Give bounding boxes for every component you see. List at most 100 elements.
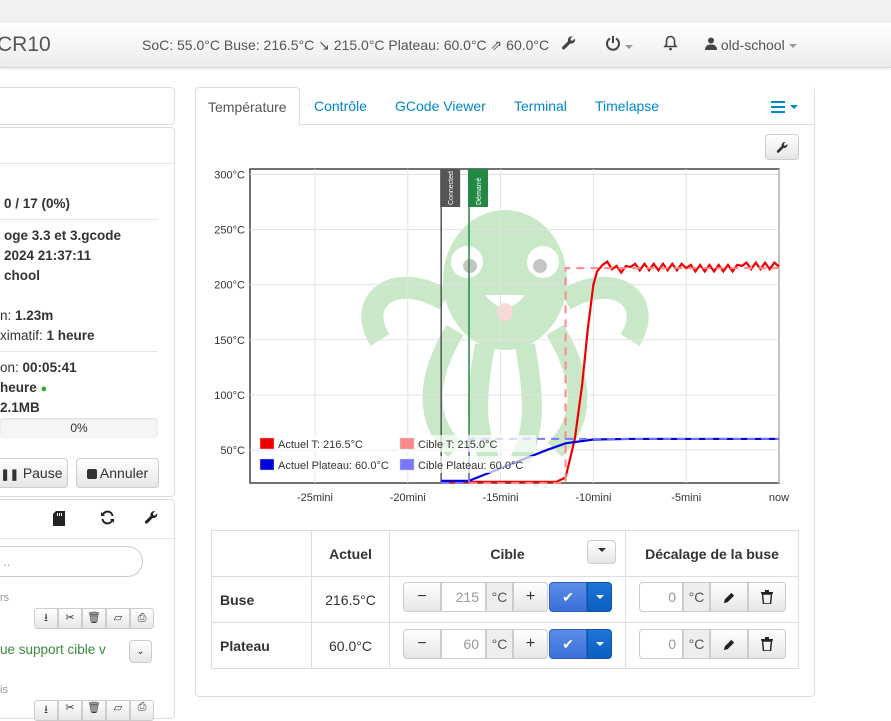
y-tick-label: 100°C	[214, 390, 245, 402]
file-item-name[interactable]: ue support cible v	[0, 642, 106, 657]
download-icon[interactable]: ⭳	[34, 700, 58, 721]
filament-row: n: 1.23m	[0, 308, 54, 323]
bed-target-input[interactable]: 60	[441, 629, 486, 659]
actual-value: 60.0°C	[311, 622, 390, 669]
x-tick-label: -15mini	[483, 492, 519, 504]
pause-button[interactable]: ❚❚ Pause	[0, 458, 68, 488]
bed-set-button[interactable]: ✔	[549, 629, 587, 659]
file-position: 2.1MB	[0, 400, 40, 415]
x-tick-label: now	[769, 492, 789, 504]
wrench-icon	[776, 141, 787, 153]
nozzle-offset-delete-button[interactable]	[748, 582, 786, 612]
unit-label: °C	[683, 629, 710, 659]
tab-timelapse[interactable]: Timelapse	[583, 87, 671, 125]
graph-settings-button[interactable]	[765, 134, 799, 160]
bed-offset-edit-button[interactable]	[710, 629, 748, 659]
nozzle-decrement-button[interactable]: −	[403, 582, 441, 612]
y-tick-label: 150°C	[214, 335, 245, 347]
temperature-status: SoC: 55.0°C Buse: 216.5°C ↘ 215.0°C Plat…	[142, 37, 550, 53]
download-icon[interactable]: ⭳	[34, 608, 58, 629]
print-icon[interactable]: ⎙	[130, 608, 154, 629]
trash-icon	[761, 637, 773, 651]
x-tick-label: -10mini	[575, 492, 611, 504]
user-menu[interactable]: old-school	[705, 37, 797, 53]
cut-icon[interactable]: ✂	[58, 608, 82, 629]
pencil-icon	[723, 592, 734, 603]
print-progress-bar: 0%	[0, 418, 158, 438]
folder-open-icon[interactable]: ▱	[106, 608, 130, 629]
print-icon[interactable]: ⎙	[130, 700, 154, 721]
files-wrench-icon[interactable]	[144, 510, 159, 528]
bed-decrement-button[interactable]: −	[403, 629, 441, 659]
file-count: 0 / 17 (0%)	[4, 196, 71, 211]
nozzle-set-dropdown[interactable]	[587, 582, 612, 612]
cut-icon[interactable]: ✂	[58, 700, 82, 721]
legend-label: Cible T: 215.0°C	[418, 439, 497, 451]
tab-temperature[interactable]: Température	[195, 87, 300, 126]
power-icon[interactable]	[605, 35, 633, 55]
actual-value: 216.5°C	[311, 576, 390, 623]
temperature-chart: 50°C 100°C 150°C 200°C 250°C 300°C -25mini -20…	[214, 168, 789, 504]
nozzle-target-control: − 215 °C +	[403, 582, 548, 612]
bed-set-dropdown[interactable]	[587, 629, 612, 659]
file-expand-chevron-icon[interactable]: ⌄	[129, 640, 152, 663]
event-marker-label: Démarré	[476, 178, 483, 205]
trash-icon[interactable]: 🗑	[82, 700, 106, 721]
cancel-button[interactable]: Annuler	[76, 458, 159, 488]
folder-meta-1: rs	[0, 592, 10, 604]
nozzle-offset-control: 0 °C	[639, 582, 786, 612]
time-left-row: heure ●	[0, 380, 48, 395]
bed-offset-delete-button[interactable]	[748, 629, 786, 659]
row-name: Plateau	[211, 622, 312, 669]
nozzle-target-input[interactable]: 215	[441, 582, 486, 612]
wrench-icon[interactable]	[561, 35, 577, 55]
bed-target-control: − 60 °C +	[403, 629, 548, 659]
user-icon	[705, 37, 717, 50]
file-actions-2: ⭳ ✂ 🗑 ▱ ⎙	[34, 700, 154, 721]
bed-offset-input[interactable]: 0	[639, 629, 683, 659]
print-time-row: on: 00:05:41	[0, 360, 77, 375]
tab-control[interactable]: Contrôle	[302, 87, 379, 125]
col-header-offset: Décalage de la buse	[625, 530, 799, 577]
nozzle-set-button[interactable]: ✔	[549, 582, 587, 612]
tab-gcode-viewer[interactable]: GCode Viewer	[383, 87, 498, 125]
file-search-input[interactable]: ..	[0, 546, 143, 577]
tab-menu-icon[interactable]	[771, 100, 798, 116]
refresh-icon[interactable]	[100, 510, 115, 528]
upload-date: 2024 21:37:11	[4, 248, 92, 263]
target-presets-dropdown[interactable]	[587, 540, 616, 564]
trash-icon	[761, 590, 773, 604]
legend-swatch	[399, 437, 415, 450]
filename: oge 3.3 et 3.gcode	[4, 228, 122, 243]
nozzle-offset-edit-button[interactable]	[710, 582, 748, 612]
legend-label: Actuel Plateau: 60.0°C	[278, 460, 389, 472]
check-icon: ✔	[562, 588, 574, 605]
trash-icon[interactable]: 🗑	[82, 608, 106, 629]
bell-icon[interactable]	[663, 35, 678, 55]
brand-title[interactable]: CR10	[0, 33, 51, 57]
legend-swatch	[259, 458, 275, 471]
unit-label: °C	[683, 582, 710, 612]
upload-user: chool	[4, 268, 40, 283]
browser-top-strip	[0, 0, 891, 22]
connection-panel[interactable]	[0, 87, 175, 125]
bed-increment-button[interactable]: +	[513, 629, 548, 659]
username: old-school	[720, 37, 785, 53]
bed-offset-control: 0 °C	[639, 629, 786, 659]
legend-swatch	[399, 458, 415, 471]
nozzle-set-control: ✔	[549, 582, 612, 612]
nozzle-offset-input[interactable]: 0	[639, 582, 683, 612]
tab-terminal[interactable]: Terminal	[502, 87, 579, 125]
y-tick-label: 300°C	[214, 170, 245, 182]
unit-label: °C	[486, 582, 513, 612]
y-tick-label: 250°C	[214, 225, 245, 237]
x-tick-label: -5mini	[671, 492, 701, 504]
legend-swatch	[259, 437, 275, 450]
octoprint-mascot-watermark	[361, 210, 649, 465]
bed-set-control: ✔	[549, 629, 612, 659]
sd-card-icon[interactable]	[53, 511, 65, 529]
nozzle-increment-button[interactable]: +	[513, 582, 548, 612]
folder-open-icon[interactable]: ▱	[106, 700, 130, 721]
y-tick-label: 50°C	[220, 445, 245, 457]
row-name: Buse	[211, 576, 312, 623]
